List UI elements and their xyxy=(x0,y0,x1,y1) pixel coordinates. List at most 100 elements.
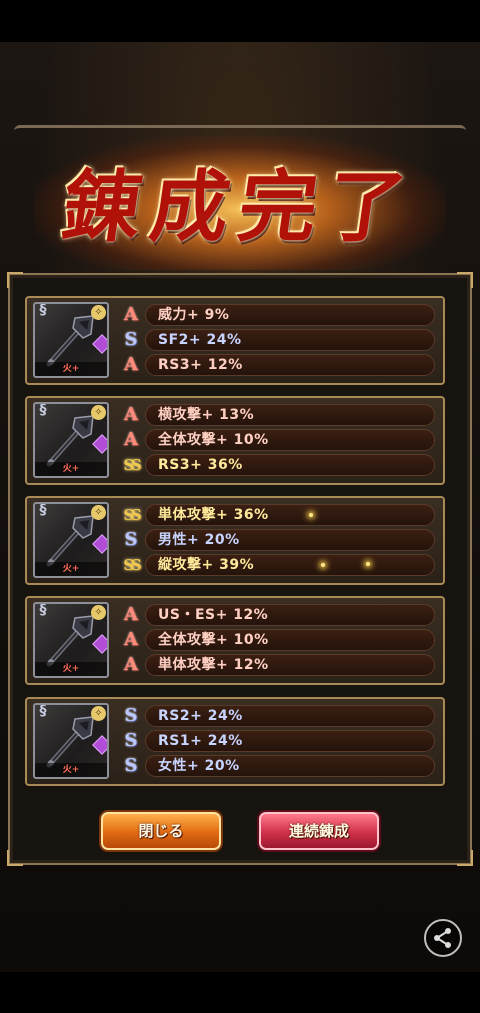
effect-list: S RS2+ 24% S RS1+ 24% S 女性+ 20% xyxy=(119,705,437,780)
effect-row: S RS2+ 24% xyxy=(119,705,437,727)
effect-row: A 全体攻撃+ 10% xyxy=(119,629,437,651)
effect-text: 全体攻撃+ 10% xyxy=(158,632,269,648)
effect-list: A US・ES+ 12% A 全体攻撃+ 10% A 単体攻撃+ 12% xyxy=(119,604,437,679)
effect-text: RS3+ 12% xyxy=(158,357,243,373)
rank-a-icon: A xyxy=(124,604,138,625)
effect-text: SF2+ 24% xyxy=(158,332,242,348)
effect-bar: RS2+ 24% xyxy=(145,705,435,727)
sparkle xyxy=(366,562,370,566)
status-bar xyxy=(0,0,480,42)
element-label: 火+ xyxy=(35,763,107,777)
effect-row: SS 縦攻撃+ 39% xyxy=(119,554,437,576)
effect-row: S SF2+ 24% xyxy=(119,329,437,351)
effect-row: A 単体攻撃+ 12% xyxy=(119,654,437,676)
element-label: 火+ xyxy=(35,462,107,476)
close-button[interactable]: 閉じる xyxy=(101,812,221,850)
element-label: 火+ xyxy=(35,662,107,676)
weapon-type-icon: ✧ xyxy=(91,505,106,520)
effect-bar: SF2+ 24% xyxy=(145,329,435,351)
weapon-type-icon: ✧ xyxy=(91,605,106,620)
effect-row: S 女性+ 20% xyxy=(119,755,437,777)
weapon-type-icon: ✧ xyxy=(91,706,106,721)
effect-bar: US・ES+ 12% xyxy=(145,604,435,626)
effect-text: RS1+ 24% xyxy=(158,733,243,749)
rank-s-icon: S xyxy=(124,705,138,726)
sparkle xyxy=(321,563,325,567)
weapon-slot: § ✧ 火+ xyxy=(33,502,109,578)
effect-text: 単体攻撃+ 12% xyxy=(158,657,269,673)
effect-bar: RS3+ 36% xyxy=(145,454,435,476)
effect-list: A 横攻撃+ 13% A 全体攻撃+ 10% SS RS3+ 36% xyxy=(119,404,437,479)
element-label: 火+ xyxy=(35,362,107,376)
rank-a-icon: A xyxy=(124,654,138,675)
effect-text: 女性+ 20% xyxy=(158,758,240,774)
effect-bar: 横攻撃+ 13% xyxy=(145,404,435,426)
effect-row: A 威力+ 9% xyxy=(119,304,437,326)
slot-rank-icon: § xyxy=(39,703,47,719)
effect-row: A 横攻撃+ 13% xyxy=(119,404,437,426)
weapon-slot: § ✧ 火+ xyxy=(33,602,109,678)
effect-bar: 男性+ 20% xyxy=(145,529,435,551)
effect-text: 全体攻撃+ 10% xyxy=(158,432,269,448)
corner-ornament xyxy=(457,272,473,288)
rank-s-icon: S xyxy=(124,730,138,751)
effect-bar: 単体攻撃+ 12% xyxy=(145,654,435,676)
slot-rank-icon: § xyxy=(39,302,47,318)
effect-text: 単体攻撃+ 36% xyxy=(158,507,269,523)
weapon-type-icon: ✧ xyxy=(91,305,106,320)
effect-text: RS2+ 24% xyxy=(158,708,243,724)
effect-bar: 全体攻撃+ 10% xyxy=(145,429,435,451)
effect-row: SS RS3+ 36% xyxy=(119,454,437,476)
rank-s-icon: S xyxy=(124,329,138,350)
rank-ss-icon: SS xyxy=(123,556,141,574)
effect-text: 横攻撃+ 13% xyxy=(158,407,255,423)
equipment-card: § ✧ 火+ A US・ES+ 12% A 全体攻撃+ 10% A 単体攻撃+ 12% xyxy=(25,596,445,685)
repeat-refine-button[interactable]: 連続錬成 xyxy=(259,812,379,850)
equipment-card: § ✧ 火+ SS 単体攻撃+ 36% S 男性+ 20% SS 縦攻撃+ 39% xyxy=(25,496,445,585)
effect-text: 縦攻撃+ 39% xyxy=(158,557,255,573)
equipment-card: § ✧ 火+ A 横攻撃+ 13% A 全体攻撃+ 10% SS RS3+ 36% xyxy=(25,396,445,485)
rank-ss-icon: SS xyxy=(123,506,141,524)
corner-ornament xyxy=(457,850,473,866)
effect-row: A 全体攻撃+ 10% xyxy=(119,429,437,451)
page-title: 錬成完了 xyxy=(56,162,422,253)
equipment-card: § ✧ 火+ A 威力+ 9% S SF2+ 24% A RS3+ 12% xyxy=(25,296,445,385)
effect-row: S RS1+ 24% xyxy=(119,730,437,752)
effect-list: A 威力+ 9% S SF2+ 24% A RS3+ 12% xyxy=(119,304,437,379)
navigation-bar xyxy=(0,972,480,1013)
slot-rank-icon: § xyxy=(39,502,47,518)
effect-bar: RS1+ 24% xyxy=(145,730,435,752)
slot-rank-icon: § xyxy=(39,602,47,618)
sparkle xyxy=(309,513,313,517)
effect-row: A US・ES+ 12% xyxy=(119,604,437,626)
title-banner: 錬成完了 xyxy=(14,125,466,275)
effect-row: SS 単体攻撃+ 36% xyxy=(119,504,437,526)
effect-row: S 男性+ 20% xyxy=(119,529,437,551)
effect-bar: RS3+ 12% xyxy=(145,354,435,376)
effect-bar: 縦攻撃+ 39% xyxy=(145,554,435,576)
rank-a-icon: A xyxy=(124,304,138,325)
share-icon[interactable] xyxy=(424,919,462,957)
rank-a-icon: A xyxy=(124,354,138,375)
element-label: 火+ xyxy=(35,562,107,576)
effect-text: 威力+ 9% xyxy=(158,307,230,323)
effect-bar: 単体攻撃+ 36% xyxy=(145,504,435,526)
effect-bar: 全体攻撃+ 10% xyxy=(145,629,435,651)
effect-text: RS3+ 36% xyxy=(158,457,243,473)
corner-ornament xyxy=(7,272,23,288)
effect-text: 男性+ 20% xyxy=(158,532,240,548)
corner-ornament xyxy=(7,850,23,866)
weapon-slot: § ✧ 火+ xyxy=(33,402,109,478)
weapon-slot: § ✧ 火+ xyxy=(33,703,109,779)
rank-s-icon: S xyxy=(124,755,138,776)
effect-list: SS 単体攻撃+ 36% S 男性+ 20% SS 縦攻撃+ 39% xyxy=(119,504,437,579)
effect-row: A RS3+ 12% xyxy=(119,354,437,376)
equipment-card: § ✧ 火+ S RS2+ 24% S RS1+ 24% S 女性+ 20% xyxy=(25,697,445,786)
effect-text: US・ES+ 12% xyxy=(158,607,269,623)
rank-a-icon: A xyxy=(124,629,138,650)
slot-rank-icon: § xyxy=(39,402,47,418)
effect-bar: 威力+ 9% xyxy=(145,304,435,326)
rank-ss-icon: SS xyxy=(123,456,141,474)
effect-bar: 女性+ 20% xyxy=(145,755,435,777)
rank-a-icon: A xyxy=(124,429,138,450)
